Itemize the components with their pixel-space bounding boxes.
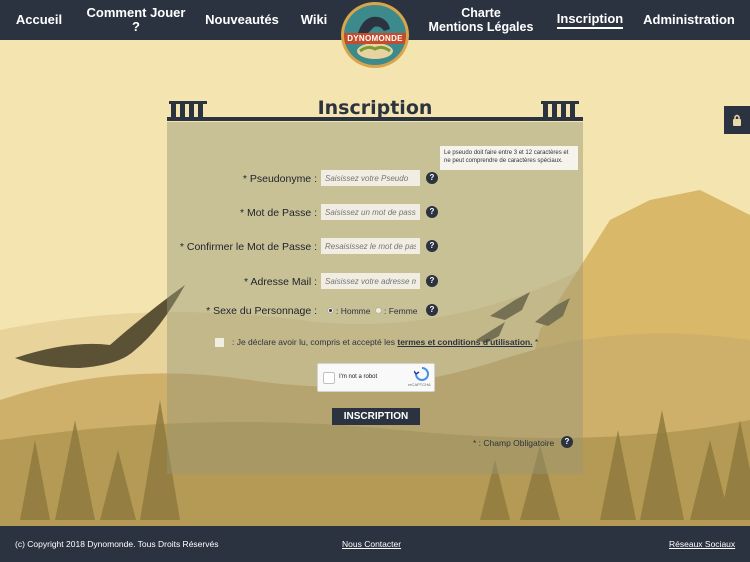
terms-link[interactable]: termes et conditions d'utilisation. [397, 337, 532, 347]
required-help-icon[interactable]: ? [561, 436, 573, 448]
footer-copyright: (c) Copyright 2018 Dynomonde. Tous Droit… [15, 539, 219, 549]
confirm-password-input[interactable] [321, 238, 420, 254]
accept-terms-text: : Je déclare avoir lu, compris et accept… [232, 337, 538, 347]
radio-femme[interactable] [375, 307, 382, 314]
radio-homme[interactable] [327, 307, 334, 314]
recaptcha-brand: reCAPTCHA [408, 382, 431, 387]
recaptcha-widget: I'm not a robot reCAPTCHA [317, 363, 435, 392]
radio-homme-label: : Homme [336, 306, 371, 316]
nav-charte-mentions[interactable]: Charte Mentions Légales [426, 0, 536, 40]
recaptcha-label: I'm not a robot [339, 374, 378, 380]
lock-icon [733, 114, 741, 126]
accept-terms-checkbox[interactable] [215, 338, 224, 347]
password-label: * Mot de Passe : [239, 207, 317, 219]
recaptcha-checkbox[interactable] [323, 372, 335, 384]
required-note: * : Champ Obligatoire [473, 438, 555, 448]
nav-nouveautes[interactable]: Nouveautés [204, 0, 280, 40]
password-input[interactable] [321, 204, 420, 220]
pseudo-label: * Pseudonyme : [242, 173, 317, 185]
nav-accueil[interactable]: Accueil [10, 0, 68, 40]
email-input[interactable] [321, 273, 420, 289]
nav-wiki[interactable]: Wiki [296, 0, 332, 40]
pseudo-input[interactable] [321, 170, 420, 186]
sexe-help-icon[interactable]: ? [426, 304, 438, 316]
page-footer: (c) Copyright 2018 Dynomonde. Tous Droit… [0, 526, 750, 562]
password-help-icon[interactable]: ? [426, 206, 438, 218]
confirm-password-help-icon[interactable]: ? [426, 240, 438, 252]
logo-text: DYNOMONDE [344, 33, 406, 44]
pseudo-tooltip: Le pseudo doit faire entre 3 et 12 carac… [440, 146, 578, 170]
nav-administration[interactable]: Administration [636, 0, 742, 40]
footer-contact-link[interactable]: Nous Contacter [342, 539, 401, 549]
inscription-submit-button[interactable]: INSCRIPTION [332, 408, 420, 425]
side-panel-tab[interactable] [724, 106, 750, 134]
sexe-label: * Sexe du Personnage : [206, 305, 317, 317]
email-label: * Adresse Mail : [244, 276, 317, 288]
nav-comment-jouer[interactable]: Comment Jouer ? [84, 0, 188, 40]
site-logo[interactable]: DYNOMONDE [341, 2, 409, 68]
panel-header: Inscription [167, 95, 583, 123]
accept-terms-suffix: * [532, 337, 539, 347]
email-help-icon[interactable]: ? [426, 275, 438, 287]
confirm-password-label: * Confirmer le Mot de Passe : [179, 241, 317, 253]
page-title: Inscription [317, 97, 433, 119]
accept-terms-prefix: : Je déclare avoir lu, compris et accept… [232, 337, 398, 347]
nav-inscription[interactable]: Inscription [556, 0, 624, 40]
pseudo-help-icon[interactable]: ? [426, 172, 438, 184]
radio-femme-label: : Femme [384, 306, 418, 316]
recaptcha-logo-icon [414, 367, 429, 381]
footer-social-link[interactable]: Réseaux Sociaux [669, 539, 735, 549]
